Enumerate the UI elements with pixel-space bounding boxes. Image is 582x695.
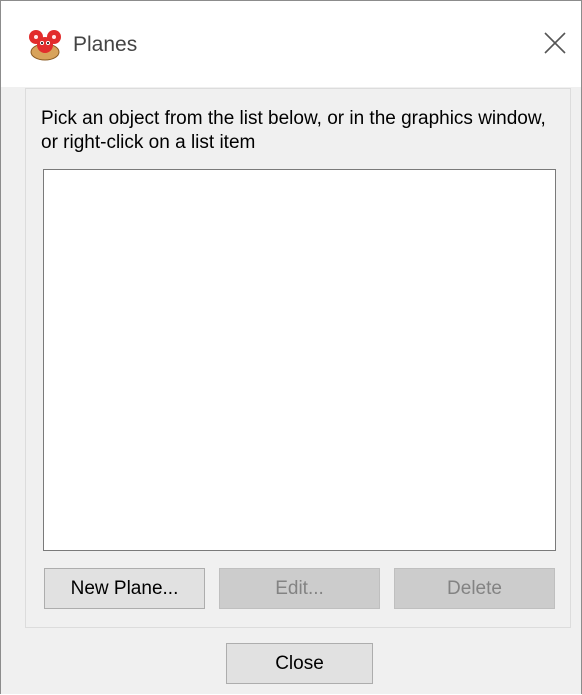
- window-title: Planes: [73, 33, 138, 56]
- close-button[interactable]: Close: [226, 643, 373, 684]
- close-icon[interactable]: [542, 30, 568, 56]
- edit-button[interactable]: Edit...: [219, 568, 380, 609]
- new-plane-button[interactable]: New Plane...: [44, 568, 205, 609]
- delete-button[interactable]: Delete: [394, 568, 555, 609]
- planes-dialog: Planes Pick an object from the list belo…: [0, 0, 582, 694]
- app-logo-icon: [29, 30, 61, 61]
- title-bar[interactable]: Planes: [1, 1, 581, 87]
- instruction-text: Pick an object from the list below, or i…: [41, 108, 546, 153]
- planes-list[interactable]: [43, 169, 556, 551]
